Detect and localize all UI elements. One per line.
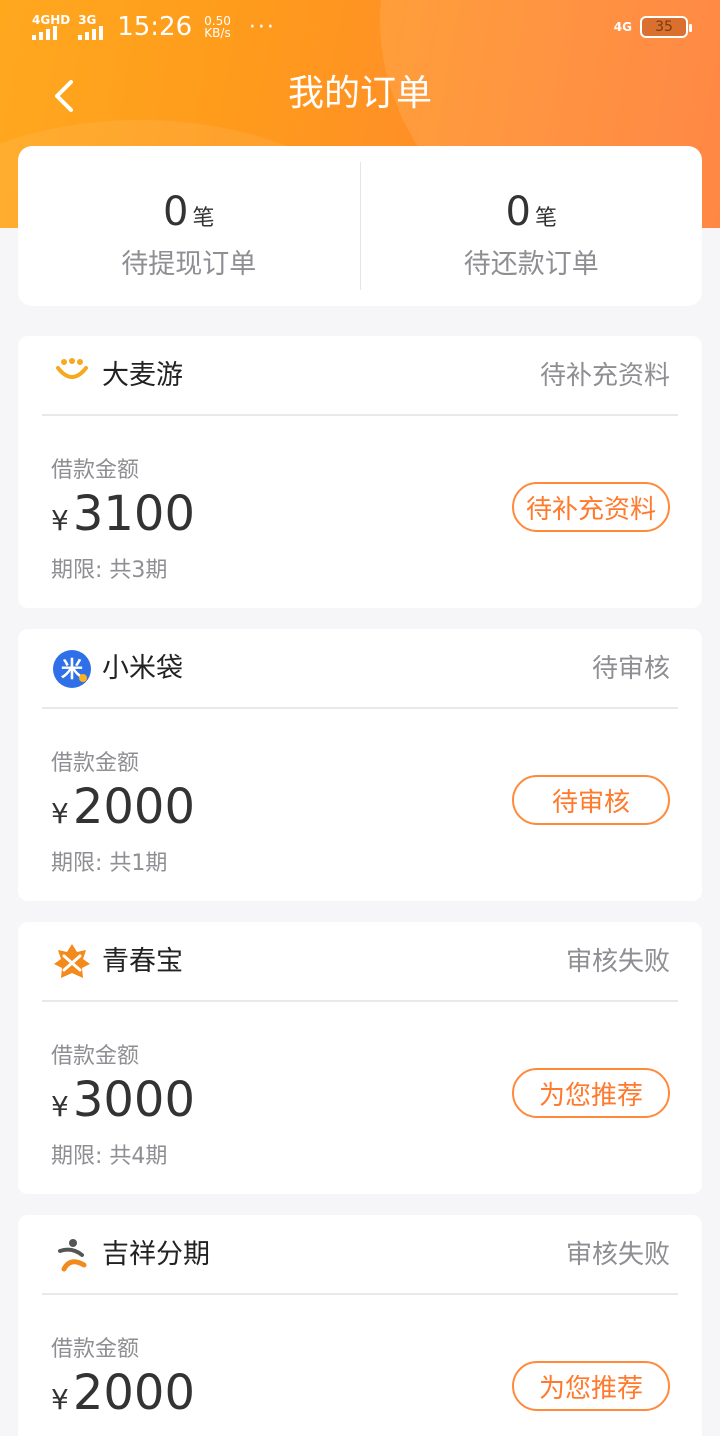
amount-value: 3000 [72, 1072, 195, 1128]
order-card-header: 大麦游 待补充资料 [42, 336, 678, 416]
order-card-header: 吉祥分期 审核失败 [42, 1215, 678, 1295]
recommend-button[interactable]: 为您推荐 [512, 1068, 670, 1118]
pending-review-button[interactable]: 待审核 [512, 775, 670, 825]
order-card-header: 米 小米袋 待审核 [42, 629, 678, 709]
qingchunbao-logo-icon [52, 942, 92, 982]
order-brand: 大麦游 [102, 360, 183, 391]
loan-term: 期限: 共1期 [51, 851, 168, 876]
order-card[interactable]: 青春宝 审核失败 借款金额 ¥ 3000 期限: 共4期 为您推荐 [18, 922, 702, 1194]
status-bar: 4GHD 3G 15:26 0.50 KB/s ··· 4G 35 [0, 0, 720, 56]
battery-icon: 35 [640, 16, 692, 38]
order-status: 待补充资料 [539, 361, 670, 391]
currency-symbol: ¥ [51, 1090, 69, 1123]
pending-withdraw-count: 0 [163, 189, 189, 235]
count-unit: 笔 [534, 206, 557, 231]
xiaomidai-logo-icon: 米 [52, 649, 92, 689]
currency-symbol: ¥ [51, 797, 69, 830]
order-brand: 小米袋 [102, 653, 183, 684]
damaiyou-logo-icon [52, 356, 92, 396]
amount-label: 借款金额 [51, 1044, 140, 1069]
pending-withdraw-summary[interactable]: 0 笔 待提现订单 [18, 146, 360, 306]
sim1-signal-icon: 4GHD [32, 14, 70, 40]
network-type: 4G [613, 20, 632, 34]
count-unit: 笔 [192, 206, 215, 231]
clock: 15:26 [117, 12, 193, 42]
order-brand: 青春宝 [102, 946, 183, 977]
page-title: 我的订单 [287, 73, 432, 114]
order-card[interactable]: 吉祥分期 审核失败 借款金额 ¥ 2000 为您推荐 [18, 1215, 702, 1436]
amount-value: 2000 [72, 1365, 195, 1421]
battery-level: 35 [655, 19, 673, 35]
amount-label: 借款金额 [51, 1337, 140, 1362]
amount-label: 借款金额 [51, 751, 140, 776]
loan-term: 期限: 共4期 [51, 1144, 168, 1169]
currency-symbol: ¥ [51, 504, 69, 537]
pending-withdraw-label: 待提现订单 [121, 249, 257, 280]
order-card[interactable]: 大麦游 待补充资料 借款金额 ¥ 3100 期限: 共3期 待补充资料 [18, 336, 702, 608]
currency-symbol: ¥ [51, 1383, 69, 1416]
loan-amount: ¥ 3000 [51, 1072, 195, 1128]
pending-repay-summary[interactable]: 0 笔 待还款订单 [361, 146, 703, 306]
supplement-info-button[interactable]: 待补充资料 [512, 482, 670, 532]
pending-repay-label: 待还款订单 [463, 249, 599, 280]
order-status: 待审核 [591, 654, 670, 684]
order-status: 审核失败 [565, 947, 670, 977]
network-speed: 0.50 KB/s [204, 14, 231, 40]
jixiang-logo-icon [52, 1235, 92, 1275]
order-card-header: 青春宝 审核失败 [42, 922, 678, 1002]
loan-amount: ¥ 2000 [51, 779, 195, 835]
loan-amount: ¥ 2000 [51, 1365, 195, 1421]
order-brand: 吉祥分期 [102, 1239, 210, 1270]
amount-value: 2000 [72, 779, 195, 835]
loan-term: 期限: 共3期 [51, 558, 168, 583]
order-summary-card: 0 笔 待提现订单 0 笔 待还款订单 [18, 146, 702, 306]
amount-label: 借款金额 [51, 458, 140, 483]
recommend-button[interactable]: 为您推荐 [512, 1361, 670, 1411]
sim2-signal-icon: 3G [78, 14, 104, 40]
order-status: 审核失败 [565, 1240, 670, 1270]
amount-value: 3100 [72, 486, 195, 542]
more-notifications-icon: ··· [248, 14, 276, 40]
loan-amount: ¥ 3100 [51, 486, 195, 542]
nav-bar: 我的订单 [0, 60, 720, 132]
pending-repay-count: 0 [505, 189, 531, 235]
order-card[interactable]: 米 小米袋 待审核 借款金额 ¥ 2000 期限: 共1期 待审核 [18, 629, 702, 901]
